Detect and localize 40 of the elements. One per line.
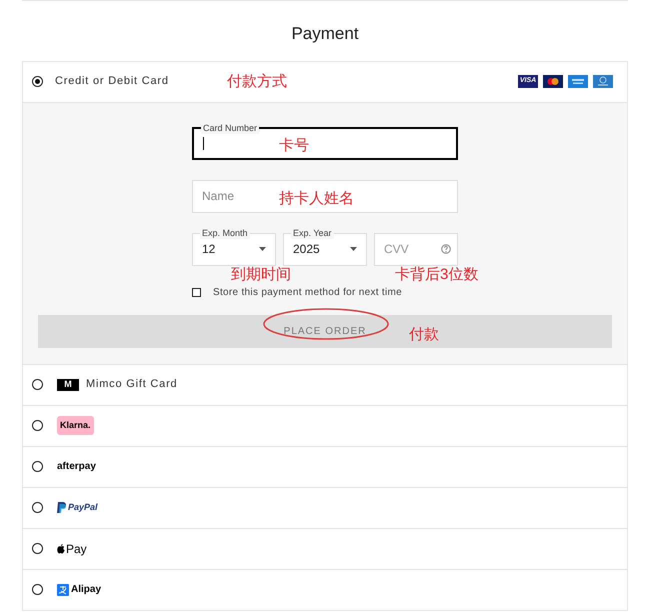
radio-button[interactable] [32,543,43,554]
card-brand-icon [593,75,613,88]
caret-icon [259,247,266,251]
annotation-text: 持卡人姓名 [279,188,354,208]
method-label[interactable]: Mimco Gift Card [86,376,178,393]
method-label[interactable]: Credit or Debit Card [55,73,169,90]
brand-logo: PayPal [68,500,98,514]
brand-logo: afterpay [57,460,96,474]
alipay-icon [57,584,69,596]
text-cursor [203,136,204,150]
radio-button[interactable] [32,76,43,87]
brand-logo: M [57,378,79,390]
page-title: Payment [290,23,360,45]
card-brand-icon [568,75,588,88]
select-value: 12 [202,241,216,258]
field-label: Exp. Month [200,226,250,238]
checkbox[interactable] [192,288,201,296]
annotation-text: 付款方式 [227,72,287,92]
radio-button[interactable] [32,502,43,513]
radio-button[interactable] [32,461,43,472]
annotation-text: 卡背后3位数 [395,264,478,284]
brand-logo: Pay [66,540,87,558]
field-label: Card Number [201,122,260,134]
apple-icon [57,544,65,554]
checkbox-label: Store this payment method for next time [213,286,402,300]
field-label: Exp. Year [291,226,334,238]
brand-logo: Klarna. [57,416,94,435]
caret-icon [350,247,357,251]
select-value: 2025 [293,241,320,258]
annotation-text: 付款 [409,324,439,344]
radio-button[interactable] [32,584,43,595]
radio-button[interactable] [32,379,43,390]
help-icon[interactable] [441,244,451,254]
card-brand-icon [543,75,563,88]
annotation-text: 到期时间 [231,264,291,284]
brand-logo: Alipay [71,583,102,597]
cvv-field[interactable]: CVV [374,232,458,266]
paypal-icon [57,502,66,513]
annotation-text: 卡号 [279,136,309,156]
radio-button[interactable] [32,420,43,431]
